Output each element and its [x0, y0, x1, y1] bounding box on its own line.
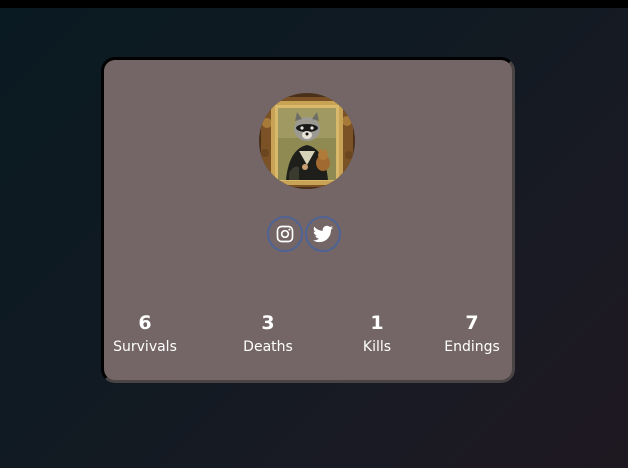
stat-kills: 1 Kills — [363, 310, 391, 357]
instagram-button[interactable] — [267, 216, 303, 252]
stat-value: 1 — [370, 312, 384, 334]
stat-survivals: 6 Survivals — [113, 310, 177, 357]
stat-label: Kills — [362, 339, 392, 355]
profile-card: 6 Survivals 3 Deaths 1 Kills 7 Endings — [101, 57, 515, 383]
stat-label: Survivals — [113, 339, 177, 355]
stat-label: Endings — [444, 339, 500, 355]
stat-endings: 7 Endings — [444, 310, 500, 357]
raccoon-portrait-avatar — [259, 93, 355, 189]
stat-deaths: 3 Deaths — [243, 310, 293, 357]
stats-row: 6 Survivals 3 Deaths 1 Kills 7 Endings — [104, 310, 512, 370]
stat-value: 6 — [138, 312, 152, 334]
avatar — [259, 93, 355, 189]
twitter-icon — [312, 225, 334, 243]
top-strip — [0, 0, 628, 8]
social-links — [267, 216, 341, 252]
stat-value: 7 — [465, 312, 479, 334]
stat-value: 3 — [261, 312, 275, 334]
twitter-button[interactable] — [305, 216, 341, 252]
stat-label: Deaths — [243, 339, 293, 355]
instagram-icon — [276, 225, 294, 243]
